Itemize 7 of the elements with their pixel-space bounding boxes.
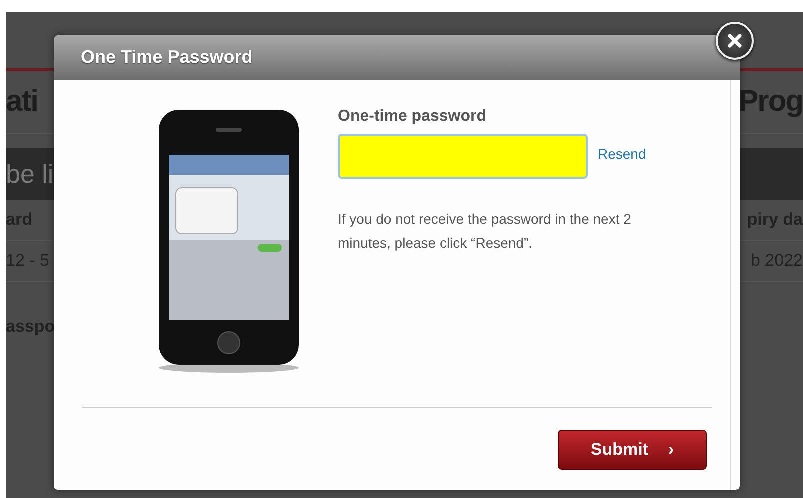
help-text: If you do not receive the password in the next 2 minutes, please click “Resend”. xyxy=(338,210,632,253)
dialog-title: One Time Password xyxy=(81,47,253,68)
password-field[interactable] xyxy=(338,134,588,179)
resend-link[interactable]: Resend xyxy=(598,146,646,162)
submit-button[interactable]: Submit › xyxy=(558,430,707,470)
field-label: One-time password xyxy=(338,108,488,126)
band-text: be li xyxy=(6,158,54,190)
